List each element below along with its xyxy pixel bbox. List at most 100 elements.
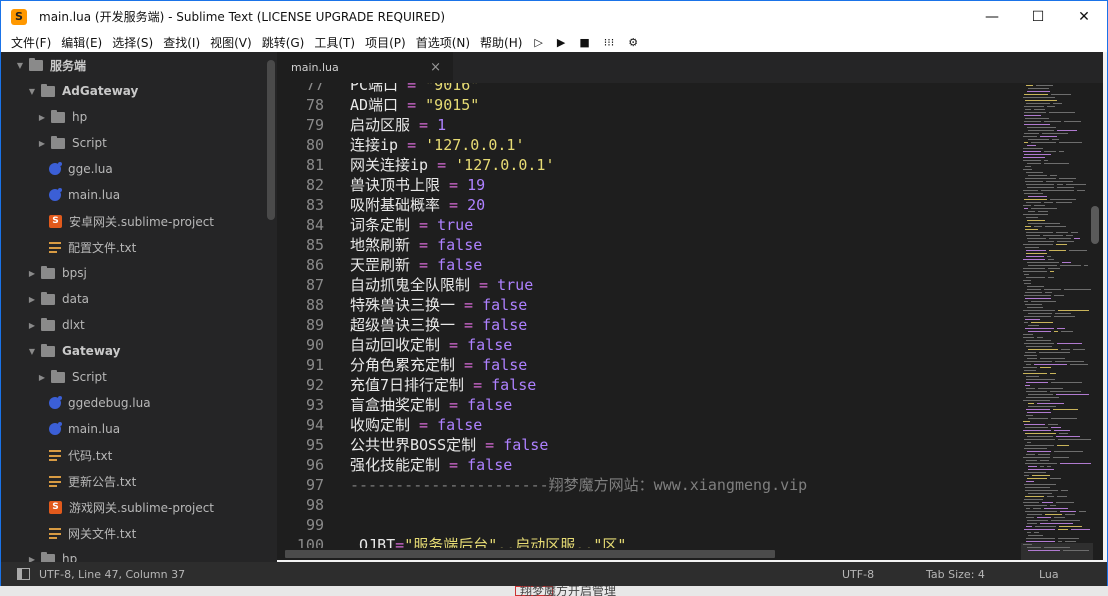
chevron-right-icon[interactable]: ▶ xyxy=(37,113,47,122)
sidebar-item-3[interactable]: ▶ Script xyxy=(37,130,107,156)
panel-toggle-icon[interactable] xyxy=(17,568,30,580)
code-line[interactable]: 91 分角色累充定制 = false xyxy=(277,355,1021,375)
sidebar-item-11[interactable]: ▼ Gateway xyxy=(27,338,120,364)
vertical-scroll-thumb[interactable] xyxy=(1091,206,1099,244)
menu-selection[interactable]: 选择(S) xyxy=(107,34,158,51)
menu-preferences[interactable]: 首选项(N) xyxy=(411,34,475,51)
sidebar-item-6[interactable]: S 安卓网关.sublime-project xyxy=(49,208,214,234)
code-line[interactable]: 92 充值7日排行定制 = false xyxy=(277,375,1021,395)
code-line[interactable]: 100 QJBT="服务端后台"..启动区服.."区" xyxy=(277,535,1021,548)
close-tab-icon[interactable]: × xyxy=(430,60,441,75)
code-line[interactable]: 79 启动区服 = 1 xyxy=(277,115,1021,135)
code-line[interactable]: 80 连接ip = '127.0.0.1' xyxy=(277,135,1021,155)
sidebar-item-0[interactable]: ▼ 服务端 xyxy=(15,52,86,78)
sidebar-item-1[interactable]: ▼ AdGateway xyxy=(27,78,138,104)
minimap[interactable] xyxy=(1021,83,1103,560)
code-line[interactable]: 98 xyxy=(277,495,1021,515)
menu-edit[interactable]: 编辑(E) xyxy=(56,34,107,51)
sidebar-item-9[interactable]: ▶ data xyxy=(27,286,89,312)
close-button[interactable]: ✕ xyxy=(1061,1,1107,32)
code-line[interactable]: 93 盲盒抽奖定制 = false xyxy=(277,395,1021,415)
code-line[interactable]: 90 自动回收定制 = false xyxy=(277,335,1021,355)
minimap-mark xyxy=(1025,229,1038,230)
chevron-right-icon[interactable]: ▶ xyxy=(27,321,37,330)
sidebar-item-18[interactable]: 网关文件.txt xyxy=(49,520,136,546)
menu-help[interactable]: 帮助(H) xyxy=(475,34,527,51)
dots-icon[interactable]: ⁝⁝⁝ xyxy=(597,36,622,49)
menu-goto[interactable]: 跳转(G) xyxy=(257,34,310,51)
sidebar-scrollbar[interactable] xyxy=(267,60,275,220)
code-line[interactable]: 99 xyxy=(277,515,1021,535)
horizontal-scroll-thumb[interactable] xyxy=(285,550,775,558)
code-line[interactable]: 83 吸附基础概率 = 20 xyxy=(277,195,1021,215)
code-key: 自动回收定制 xyxy=(350,336,441,354)
run-outline-icon[interactable]: ▷ xyxy=(527,36,549,49)
minimap-mark xyxy=(1040,367,1051,368)
sidebar-item-13[interactable]: ggedebug.lua xyxy=(49,390,151,416)
chevron-down-icon[interactable]: ▼ xyxy=(15,61,25,70)
sidebar-item-2[interactable]: ▶ hp xyxy=(37,104,87,130)
stop-icon[interactable]: ■ xyxy=(572,36,596,49)
chevron-down-icon[interactable]: ▼ xyxy=(27,347,37,356)
run-icon[interactable]: ▶ xyxy=(550,36,572,49)
minimap-viewport[interactable] xyxy=(1021,543,1093,560)
sidebar-item-19[interactable]: ▶ hp xyxy=(27,546,77,562)
minimap-mark xyxy=(1026,409,1050,410)
code-line[interactable]: 77 PC端口 = "9016" xyxy=(277,83,1021,95)
minimap-mark xyxy=(1026,217,1038,218)
chevron-right-icon[interactable]: ▶ xyxy=(37,139,47,148)
gear-icon[interactable]: ⚙ xyxy=(621,36,645,49)
sidebar-item-10[interactable]: ▶ dlxt xyxy=(27,312,85,338)
menu-file[interactable]: 文件(F) xyxy=(1,34,56,51)
title-bar[interactable]: S main.lua (开发服务端) - Sublime Text (LICEN… xyxy=(1,1,1107,32)
sidebar-item-12[interactable]: ▶ Script xyxy=(37,364,107,390)
code-line[interactable]: 97 ----------------------翔梦魔方网站：www.xiang… xyxy=(277,475,1021,495)
chevron-right-icon[interactable]: ▶ xyxy=(37,373,47,382)
code-value: ----------------------翔梦魔方网站：www.xiangme… xyxy=(350,476,808,494)
chevron-right-icon[interactable]: ▶ xyxy=(27,295,37,304)
code-line[interactable]: 86 天罡刷新 = false xyxy=(277,255,1021,275)
chevron-right-icon[interactable]: ▶ xyxy=(27,555,37,563)
minimap-mark xyxy=(1024,484,1056,485)
code-line[interactable]: 96 强化技能定制 = false xyxy=(277,455,1021,475)
minimize-button[interactable]: — xyxy=(969,1,1015,32)
minimap-mark xyxy=(1035,526,1056,527)
code-editor[interactable]: 77 PC端口 = "9016" 78 AD端口 = "9015" 79 启动区服 = 1… xyxy=(277,83,1021,548)
minimap-mark xyxy=(1050,505,1056,506)
code-line[interactable]: 95 公共世界BOSS定制 = false xyxy=(277,435,1021,455)
minimap-mark xyxy=(1071,529,1090,530)
chevron-down-icon[interactable]: ▼ xyxy=(27,87,37,96)
menu-tools[interactable]: 工具(T) xyxy=(309,34,360,51)
code-line[interactable]: 87 自动抓鬼全队限制 = true xyxy=(277,275,1021,295)
sidebar-item-15[interactable]: 代码.txt xyxy=(49,442,112,468)
sidebar-item-8[interactable]: ▶ bpsj xyxy=(27,260,87,286)
tab-main-lua[interactable]: main.lua × xyxy=(277,52,453,83)
code-line[interactable]: 81 网关连接ip = '127.0.0.1' xyxy=(277,155,1021,175)
sidebar-item-7[interactable]: 配置文件.txt xyxy=(49,234,136,260)
code-line[interactable]: 85 地煞刷新 = false xyxy=(277,235,1021,255)
minimap-mark xyxy=(1041,190,1074,191)
maximize-button[interactable]: ☐ xyxy=(1015,1,1061,32)
chevron-right-icon[interactable]: ▶ xyxy=(27,269,37,278)
sidebar-item-5[interactable]: main.lua xyxy=(49,182,120,208)
sidebar-item-17[interactable]: S 游戏网关.sublime-project xyxy=(49,494,214,520)
menu-find[interactable]: 查找(I) xyxy=(158,34,205,51)
minimap-mark xyxy=(1026,541,1055,542)
status-encoding[interactable]: UTF-8 xyxy=(842,568,874,581)
status-tab-size[interactable]: Tab Size: 4 xyxy=(926,568,985,581)
minimap-mark xyxy=(1064,289,1091,290)
code-line[interactable]: 84 词条定制 = true xyxy=(277,215,1021,235)
sidebar-item-4[interactable]: gge.lua xyxy=(49,156,113,182)
sidebar-item-14[interactable]: main.lua xyxy=(49,416,120,442)
horizontal-scrollbar[interactable] xyxy=(277,548,1021,560)
menu-view[interactable]: 视图(V) xyxy=(205,34,257,51)
menu-project[interactable]: 项目(P) xyxy=(360,34,411,51)
code-line[interactable]: 94 收购定制 = false xyxy=(277,415,1021,435)
code-line[interactable]: 89 超级兽诀三换一 = false xyxy=(277,315,1021,335)
code-line[interactable]: 82 兽诀顶书上限 = 19 xyxy=(277,175,1021,195)
code-line[interactable]: 78 AD端口 = "9015" xyxy=(277,95,1021,115)
minimap-mark xyxy=(1050,199,1076,200)
status-syntax[interactable]: Lua xyxy=(1039,568,1059,581)
code-line[interactable]: 88 特殊兽诀三换一 = false xyxy=(277,295,1021,315)
sidebar-item-16[interactable]: 更新公告.txt xyxy=(49,468,136,494)
